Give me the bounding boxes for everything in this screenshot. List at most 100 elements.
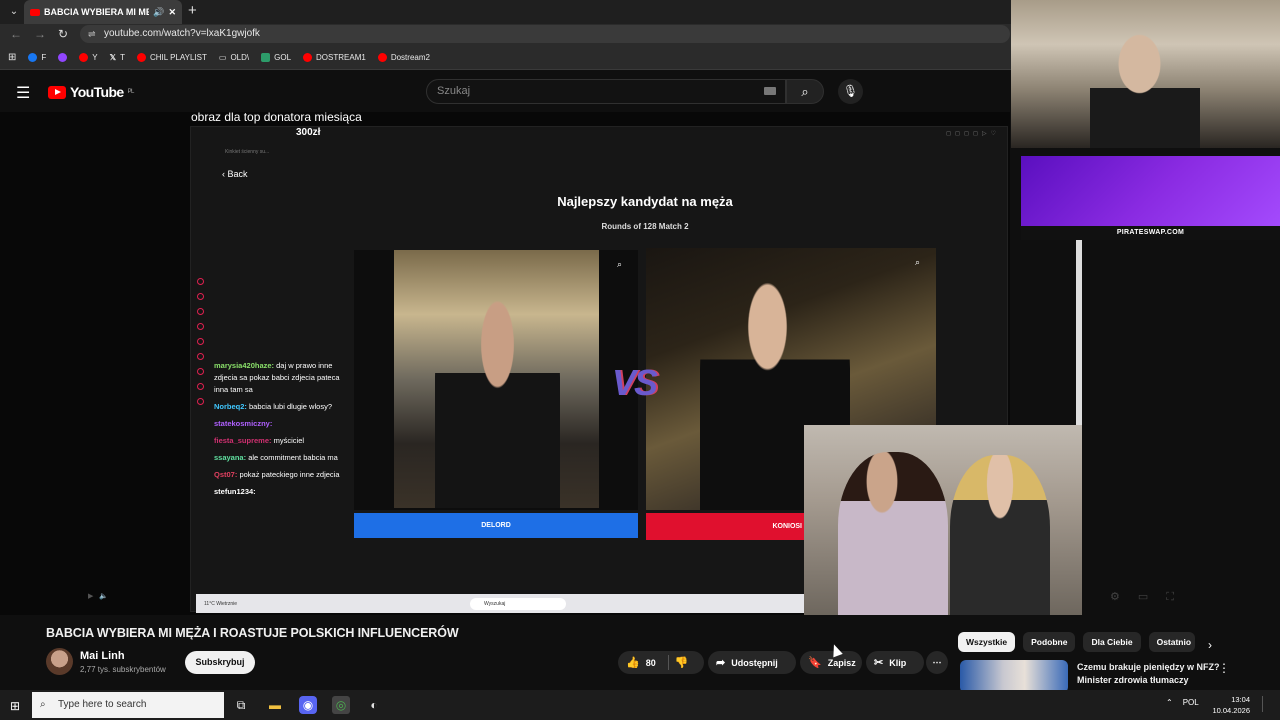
bookmark-item[interactable]: GOL	[261, 53, 291, 62]
folder-icon: ▭	[218, 53, 227, 62]
streamed-taskbar: 11°C Wietrznie Wyszukaj	[196, 594, 804, 613]
youtube-icon	[79, 53, 89, 62]
close-tab-icon[interactable]: ✕	[168, 7, 176, 18]
divider	[667, 655, 669, 670]
browser-tab[interactable]: BABCIA WYBIERA MI MĘŻA 🔊 ✕	[24, 0, 182, 24]
bookmark-item[interactable]	[58, 53, 68, 62]
chevron-right-icon[interactable]: ›	[1208, 638, 1212, 652]
taskbar-clock[interactable]: 13:04 10.04.2026	[1200, 694, 1250, 716]
guest-figure-right	[950, 455, 1050, 615]
site-info-icon[interactable]: ⇌	[88, 25, 96, 43]
donation-amount: 300zł	[296, 127, 321, 138]
discord-icon[interactable]: ◉	[299, 696, 317, 714]
save-button[interactable]: 🔖 Zapisz	[800, 651, 862, 674]
obs-icon[interactable]: ◐	[365, 696, 383, 714]
sidebar-icon	[197, 278, 204, 285]
subscribe-button[interactable]: Subskrybuj	[185, 651, 255, 674]
more-horizontal-icon: ⋯	[932, 657, 942, 667]
channel-avatar[interactable]	[46, 648, 73, 675]
bookmark-item[interactable]: DOSTREAM1	[303, 53, 366, 62]
system-tray: ⌃ POL	[1166, 698, 1199, 707]
file-explorer-icon[interactable]: ▬	[266, 696, 284, 714]
video-title: BABCIA WYBIERA MI MĘŻA I ROASTUJE POLSKI…	[46, 626, 459, 640]
streamed-address-bar: ◻◻◻◻▷♡	[212, 130, 1006, 142]
streamed-toolbar-icons: ◻◻◻◻▷♡	[946, 131, 1000, 137]
show-desktop-button[interactable]	[1262, 696, 1274, 712]
task-view-icon[interactable]: ⧉	[232, 696, 250, 714]
new-tab-button[interactable]: +	[188, 2, 197, 19]
chat-message: ssayana: ale commitment babcia ma	[214, 452, 344, 464]
search-button[interactable]: ⌕	[786, 79, 824, 104]
keyboard-icon[interactable]	[764, 87, 776, 95]
voice-search-button[interactable]: 🎙	[838, 79, 863, 104]
bookmark-item[interactable]: 𝕏T	[110, 53, 125, 62]
youtube-favicon-icon	[30, 8, 40, 16]
bookmark-item[interactable]: Dostream2	[377, 53, 430, 62]
recommendation-title[interactable]: Czemu brakuje pieniędzy w NFZ? Minister …	[1077, 661, 1222, 687]
bookmark-label: OLD\	[230, 53, 250, 62]
clip-label: Klip	[889, 657, 907, 668]
bookmark-folder[interactable]: ▭ OLD\	[219, 53, 249, 62]
subscriber-count: 2,77 tys. subskrybentów	[80, 665, 166, 674]
chip-recent[interactable]: Ostatnio	[1148, 632, 1195, 652]
reload-icon[interactable]: ↻	[58, 27, 68, 41]
streamed-search: Wyszukaj	[470, 597, 566, 610]
chrome-icon[interactable]: ◎	[332, 696, 350, 714]
recommendation-thumbnail[interactable]	[960, 660, 1068, 693]
player-controls[interactable]: ▶ 🔈	[88, 592, 108, 600]
bookmark-item[interactable]: Y	[79, 53, 98, 62]
windows-search-input[interactable]: ⌕ Type here to search	[32, 692, 224, 718]
menu-icon[interactable]: ☰	[16, 83, 30, 103]
bookmark-item[interactable]: CHIL PLAYLIST	[136, 53, 207, 62]
chip-related[interactable]: Podobne	[1023, 632, 1076, 652]
audio-icon[interactable]: 🔊	[153, 7, 164, 18]
facebook-icon	[28, 53, 38, 62]
game-title: Najlepszy kandydat na męża	[557, 194, 733, 209]
chip-for-you[interactable]: Dla Ciebie	[1083, 632, 1141, 652]
donation-overlay-text: obraz dla top donatora miesiąca	[191, 110, 362, 124]
sidebar-icon	[197, 383, 204, 390]
youtube-icon	[136, 53, 146, 62]
bookmark-label: Y	[92, 53, 98, 62]
windows-start-icon[interactable]: ⊞	[10, 699, 20, 713]
chat-text: pokaż pateckiego inne zdjecia	[239, 470, 340, 479]
share-icon: ➦	[716, 657, 726, 669]
youtube-logo[interactable]: YouTube PL	[48, 84, 134, 100]
tab-search-icon[interactable]: ⌄	[6, 4, 22, 20]
streamed-weather: 11°C Wietrznie	[204, 600, 238, 607]
zoom-icon: ⌕	[617, 259, 623, 269]
chat-user: ssayana:	[214, 453, 247, 462]
chat-user: fiesta_supreme:	[214, 436, 272, 445]
back-arrow-icon[interactable]: ←	[10, 27, 22, 41]
back-label: Back	[227, 169, 248, 179]
recommendation-chips: Wszystkie Podobne Dla Ciebie Ostatnio	[958, 632, 1195, 652]
like-icon[interactable]: 👍	[626, 656, 640, 669]
chat-message: statekosmiczny:	[214, 418, 344, 430]
youtube-play-icon	[48, 85, 66, 99]
search-icon: ⌕	[801, 84, 809, 99]
channel-name[interactable]: Mai Linh	[80, 650, 125, 662]
chevron-up-icon[interactable]: ⌃	[1166, 698, 1173, 707]
bookmark-item[interactable]: F	[28, 53, 46, 62]
more-actions-button[interactable]: ⋯	[926, 651, 948, 674]
clock-time: 13:04	[1231, 695, 1250, 704]
player-right-controls[interactable]: ⚙▭⛶	[1110, 590, 1192, 604]
share-button[interactable]: ➦ Udostępnij	[708, 651, 796, 674]
chat-message: stefun1234:	[214, 486, 344, 498]
language-indicator[interactable]: POL	[1183, 698, 1199, 707]
bookmark-label: F	[41, 53, 47, 62]
like-dislike-group: 👍 80 👎	[618, 651, 704, 674]
url-field[interactable]: ⇌ youtube.com/watch?v=lxaK1gwjofk	[80, 25, 1010, 43]
like-count[interactable]: 80	[646, 658, 656, 668]
forward-arrow-icon[interactable]: →	[34, 27, 46, 41]
more-vertical-icon[interactable]: ⋮	[1218, 661, 1230, 675]
dislike-icon[interactable]: 👎	[675, 656, 689, 669]
search-input[interactable]: Szukaj	[426, 79, 786, 104]
sidebar-icon	[197, 308, 204, 315]
chip-all[interactable]: Wszystkie	[958, 632, 1016, 652]
apps-grid-icon[interactable]: ⊞	[8, 52, 16, 63]
bookmark-icon: 🔖	[808, 657, 822, 669]
clip-button[interactable]: ✂ Klip	[866, 651, 924, 674]
chat-user: marysia420haze:	[214, 361, 275, 370]
round-info: Rounds of 128 Match 2	[601, 222, 689, 231]
